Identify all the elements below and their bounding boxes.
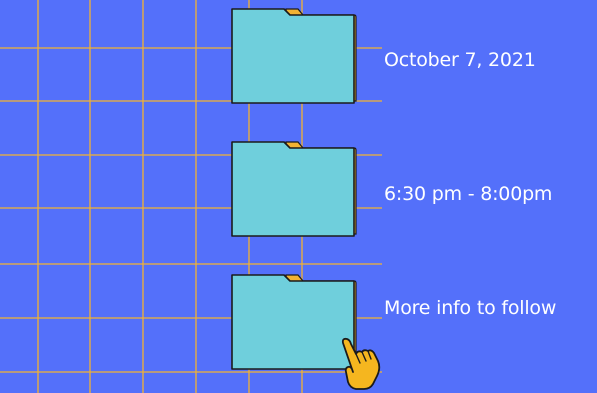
- event-date-text: October 7, 2021: [384, 49, 536, 71]
- pointing-hand-cursor-icon: [341, 337, 381, 390]
- more-info-text: More info to follow: [384, 297, 557, 319]
- folder-icon-date[interactable]: [230, 7, 358, 104]
- folder-icon-time[interactable]: [230, 140, 358, 237]
- event-time-text: 6:30 pm - 8:00pm: [384, 183, 553, 205]
